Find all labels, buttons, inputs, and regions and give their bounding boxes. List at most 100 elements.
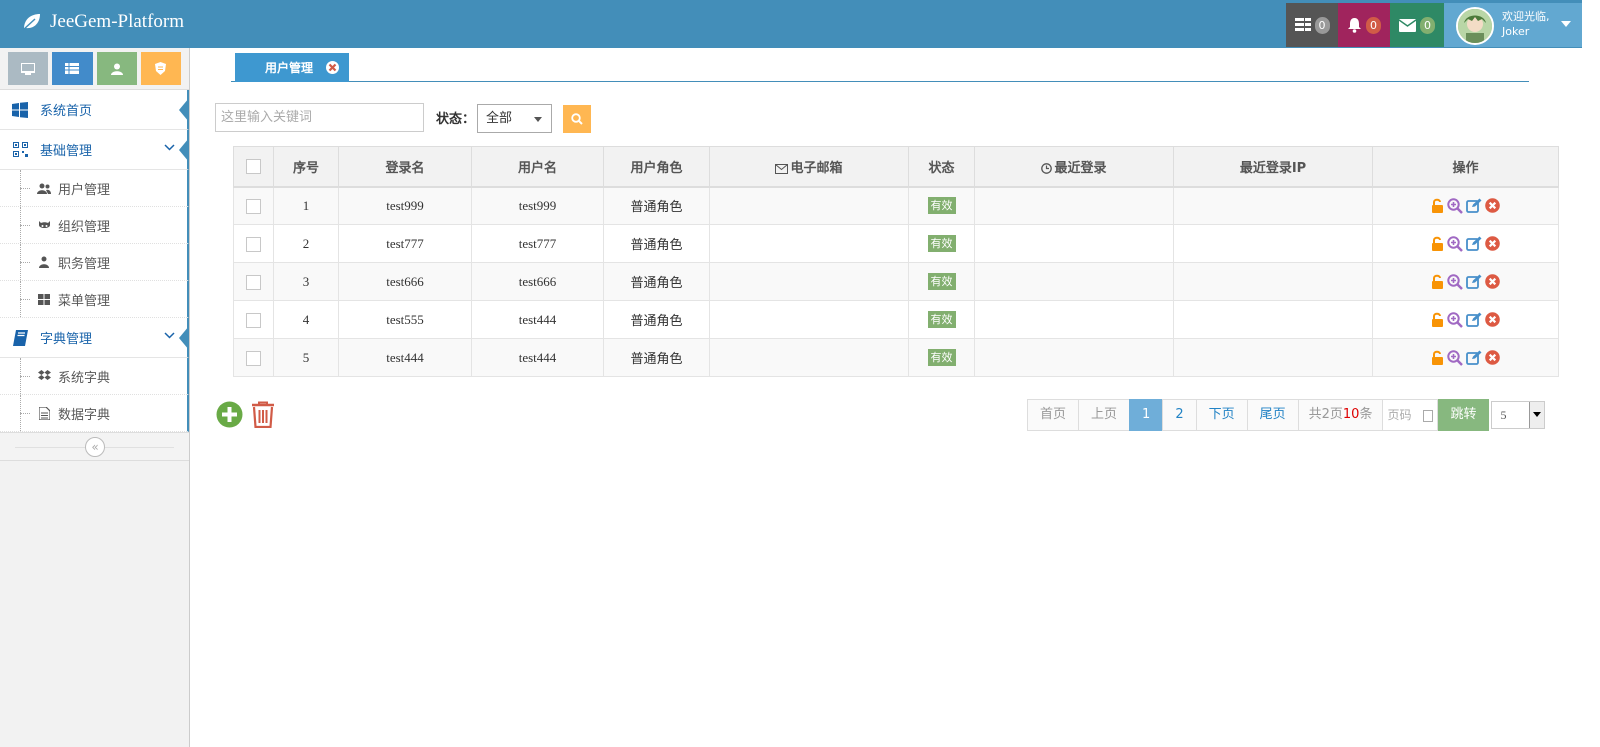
sidebar-item-data-dict[interactable]: 数据字典 bbox=[0, 395, 189, 432]
user-menu[interactable]: 欢迎光临, Joker bbox=[1444, 3, 1582, 47]
cell-login: test444 bbox=[338, 338, 472, 377]
shortcut-desktop[interactable] bbox=[8, 52, 49, 85]
table-row[interactable]: 5 test444 test444 普通角色 有效 bbox=[233, 338, 1559, 377]
cell-role: 普通角色 bbox=[603, 224, 710, 263]
row-checkbox[interactable] bbox=[246, 199, 261, 214]
sidebar-item-system-dict[interactable]: 系统字典 bbox=[0, 358, 189, 395]
close-icon[interactable] bbox=[326, 61, 339, 74]
unlock-icon[interactable] bbox=[1431, 312, 1444, 327]
row-checkbox[interactable] bbox=[246, 350, 261, 366]
sidebar-item-label: 菜单管理 bbox=[58, 293, 111, 309]
col-last-ip[interactable]: 最近登录IP bbox=[1173, 146, 1373, 188]
sidebar-item-home[interactable]: 系统首页 bbox=[0, 90, 189, 130]
page-size-value: 5 bbox=[1500, 408, 1507, 422]
zoom-in-icon[interactable] bbox=[1447, 273, 1463, 290]
zoom-in-icon[interactable] bbox=[1447, 311, 1463, 328]
cell-actions bbox=[1372, 186, 1559, 225]
user-name: Joker bbox=[1502, 25, 1530, 38]
table-row[interactable]: 2 test777 test777 普通角色 有效 bbox=[233, 224, 1559, 263]
delete-circle-icon[interactable] bbox=[1485, 350, 1500, 365]
sidebar-item-label: 系统首页 bbox=[40, 104, 93, 119]
page-prev[interactable]: 上页 bbox=[1078, 399, 1131, 431]
total-pages: 共2页 bbox=[1308, 407, 1343, 422]
cell-no: 3 bbox=[273, 262, 339, 301]
col-status[interactable]: 状态 bbox=[908, 146, 975, 188]
unlock-icon[interactable] bbox=[1431, 236, 1444, 251]
shortcut-shield[interactable] bbox=[140, 52, 181, 85]
sidebar-item-base[interactable]: 基础管理 bbox=[0, 130, 189, 170]
messages-button[interactable]: 0 bbox=[1390, 3, 1444, 47]
page-number-input[interactable]: 页码 bbox=[1382, 399, 1439, 431]
sidebar-item-users[interactable]: 用户管理 bbox=[0, 170, 189, 207]
edit-icon[interactable] bbox=[1466, 274, 1482, 289]
unlock-icon[interactable] bbox=[1431, 350, 1444, 365]
jump-button[interactable]: 跳转 bbox=[1437, 399, 1490, 431]
page-first[interactable]: 首页 bbox=[1027, 399, 1080, 431]
page-2[interactable]: 2 bbox=[1162, 399, 1197, 431]
sidebar-item-label: 用户管理 bbox=[58, 182, 111, 198]
delete-circle-icon[interactable] bbox=[1485, 236, 1500, 251]
cell-email bbox=[709, 262, 909, 301]
delete-button[interactable] bbox=[251, 401, 275, 428]
collapse-button[interactable]: « bbox=[85, 437, 105, 457]
col-login[interactable]: 登录名 bbox=[338, 146, 472, 188]
edit-icon[interactable] bbox=[1466, 236, 1482, 251]
page-last[interactable]: 尾页 bbox=[1246, 399, 1299, 431]
zoom-in-icon[interactable] bbox=[1447, 349, 1463, 366]
delete-circle-icon[interactable] bbox=[1485, 198, 1500, 214]
col-role[interactable]: 用户角色 bbox=[603, 146, 710, 188]
top-navbar: JeeGem-Platform 0 0 0 欢迎光临, Joker bbox=[0, 0, 1582, 48]
cell-last-ip bbox=[1173, 262, 1373, 301]
edit-icon[interactable] bbox=[1466, 198, 1482, 214]
col-username[interactable]: 用户名 bbox=[471, 146, 604, 188]
table-row[interactable]: 3 test666 test666 普通角色 有效 bbox=[233, 262, 1559, 301]
zoom-in-icon[interactable] bbox=[1447, 235, 1463, 252]
active-indicator bbox=[179, 326, 189, 350]
page-1[interactable]: 1 bbox=[1129, 399, 1164, 431]
add-button[interactable] bbox=[216, 401, 243, 428]
row-checkbox[interactable] bbox=[246, 236, 261, 252]
sidebar-item-dict[interactable]: 字典管理 bbox=[0, 318, 189, 358]
row-actions bbox=[1373, 198, 1558, 214]
status-select[interactable]: 全部 bbox=[477, 104, 552, 133]
table-row[interactable]: 1 test999 test999 普通角色 有效 bbox=[233, 186, 1559, 225]
sidebar: 系统首页 基础管理 用户管理 组织管理 职务管理 菜单管理 字典管理 系统字典 bbox=[0, 48, 190, 747]
shortcut-list[interactable] bbox=[52, 52, 93, 85]
status-badge: 有效 bbox=[927, 235, 956, 252]
search-input[interactable] bbox=[215, 103, 424, 132]
row-checkbox[interactable] bbox=[246, 274, 261, 290]
col-no[interactable]: 序号 bbox=[273, 146, 339, 188]
tasks-button[interactable]: 0 bbox=[1286, 3, 1338, 47]
unlock-icon[interactable] bbox=[1431, 274, 1444, 289]
dropdown-arrow-icon[interactable] bbox=[1529, 402, 1545, 428]
edit-icon[interactable] bbox=[1466, 350, 1482, 365]
select-all-checkbox[interactable] bbox=[246, 158, 261, 174]
notifications-button[interactable]: 0 bbox=[1338, 3, 1390, 47]
sidebar-item-positions[interactable]: 职务管理 bbox=[0, 244, 189, 281]
cell-role: 普通角色 bbox=[603, 338, 710, 377]
brand[interactable]: JeeGem-Platform bbox=[22, 11, 184, 33]
sidebar-item-menus[interactable]: 菜单管理 bbox=[0, 281, 189, 318]
cell-email bbox=[709, 338, 909, 377]
sidebar-item-orgs[interactable]: 组织管理 bbox=[0, 207, 189, 244]
delete-circle-icon[interactable] bbox=[1485, 312, 1500, 327]
cell-login: test666 bbox=[338, 262, 472, 301]
spinner-icon[interactable] bbox=[1423, 410, 1434, 422]
sidebar-item-label: 系统字典 bbox=[58, 370, 111, 386]
shortcut-user[interactable] bbox=[96, 52, 137, 85]
search-button[interactable] bbox=[563, 105, 591, 133]
zoom-in-icon[interactable] bbox=[1447, 198, 1463, 214]
page-next[interactable]: 下页 bbox=[1195, 399, 1248, 431]
col-email[interactable]: 电子邮箱 bbox=[709, 146, 909, 188]
unlock-icon[interactable] bbox=[1431, 198, 1444, 214]
table-row[interactable]: 4 test555 test444 普通角色 有效 bbox=[233, 300, 1559, 339]
col-actions: 操作 bbox=[1372, 146, 1559, 188]
col-last-login[interactable]: 最近登录 bbox=[974, 146, 1174, 188]
page-size-select[interactable]: 5 bbox=[1491, 401, 1546, 429]
row-checkbox[interactable] bbox=[246, 312, 261, 328]
edit-icon[interactable] bbox=[1466, 312, 1482, 327]
tab-user-management[interactable]: 用户管理 bbox=[235, 53, 349, 82]
cell-username: test777 bbox=[471, 224, 604, 263]
cell-status: 有效 bbox=[908, 262, 975, 301]
delete-circle-icon[interactable] bbox=[1485, 274, 1500, 289]
